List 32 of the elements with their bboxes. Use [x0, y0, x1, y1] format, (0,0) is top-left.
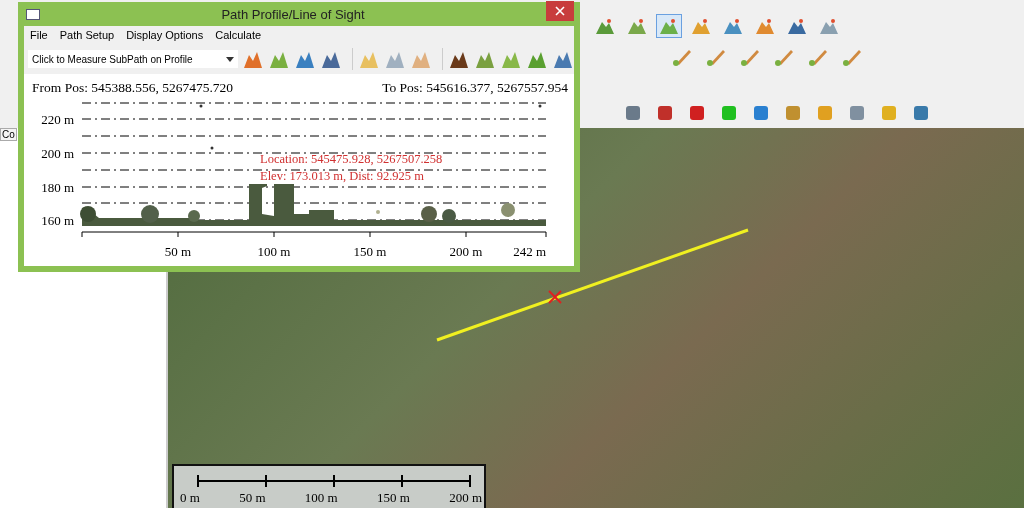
- axis-label: 220 m: [41, 112, 74, 127]
- panel-tab[interactable]: Co: [0, 128, 17, 141]
- window-icon: [26, 8, 40, 20]
- scale-label: 200 m: [449, 490, 482, 506]
- axis-label: 50 m: [164, 244, 192, 259]
- terrain-tool-icon[interactable]: [656, 14, 682, 38]
- window-title: Path Profile/Line of Sight: [220, 6, 366, 22]
- profile-tool-icon[interactable]: [442, 48, 470, 70]
- axis-label: 160 m: [41, 213, 74, 228]
- scale-label: 0 m: [180, 490, 200, 506]
- scale-label: 150 m: [376, 490, 410, 506]
- menu-item[interactable]: Display Options: [126, 29, 204, 43]
- from-position: From Pos: 545388.556, 5267475.720: [32, 80, 234, 96]
- axis-label: 180 m: [41, 180, 74, 195]
- menu-item[interactable]: File: [30, 29, 48, 43]
- scale-label: 50 m: [239, 490, 266, 506]
- close-icon: [555, 6, 565, 16]
- caret-icon: [226, 56, 234, 62]
- cross-marker-icon: [548, 290, 562, 304]
- axis-label: 200 m: [41, 146, 74, 161]
- to-position: To Pos: 545616.377, 5267557.954: [382, 80, 568, 96]
- scale-label: 100 m: [304, 490, 338, 506]
- location-readout: Location: 545475.928, 5267507.258: [260, 152, 443, 166]
- axis-label: 242 m: [513, 244, 546, 259]
- menu-item[interactable]: Calculate: [215, 29, 262, 43]
- menu-item[interactable]: Path Setup: [59, 29, 115, 43]
- axis-label: 200 m: [449, 244, 483, 259]
- axis-label: 100 m: [257, 244, 291, 259]
- close-button[interactable]: [546, 1, 574, 21]
- elevation-readout: Elev: 173.013 m, Dist: 92.925 m: [260, 169, 424, 183]
- mode-dropdown[interactable]: Click to Measure SubPath on Profile: [28, 50, 238, 68]
- axis-label: 150 m: [353, 244, 387, 259]
